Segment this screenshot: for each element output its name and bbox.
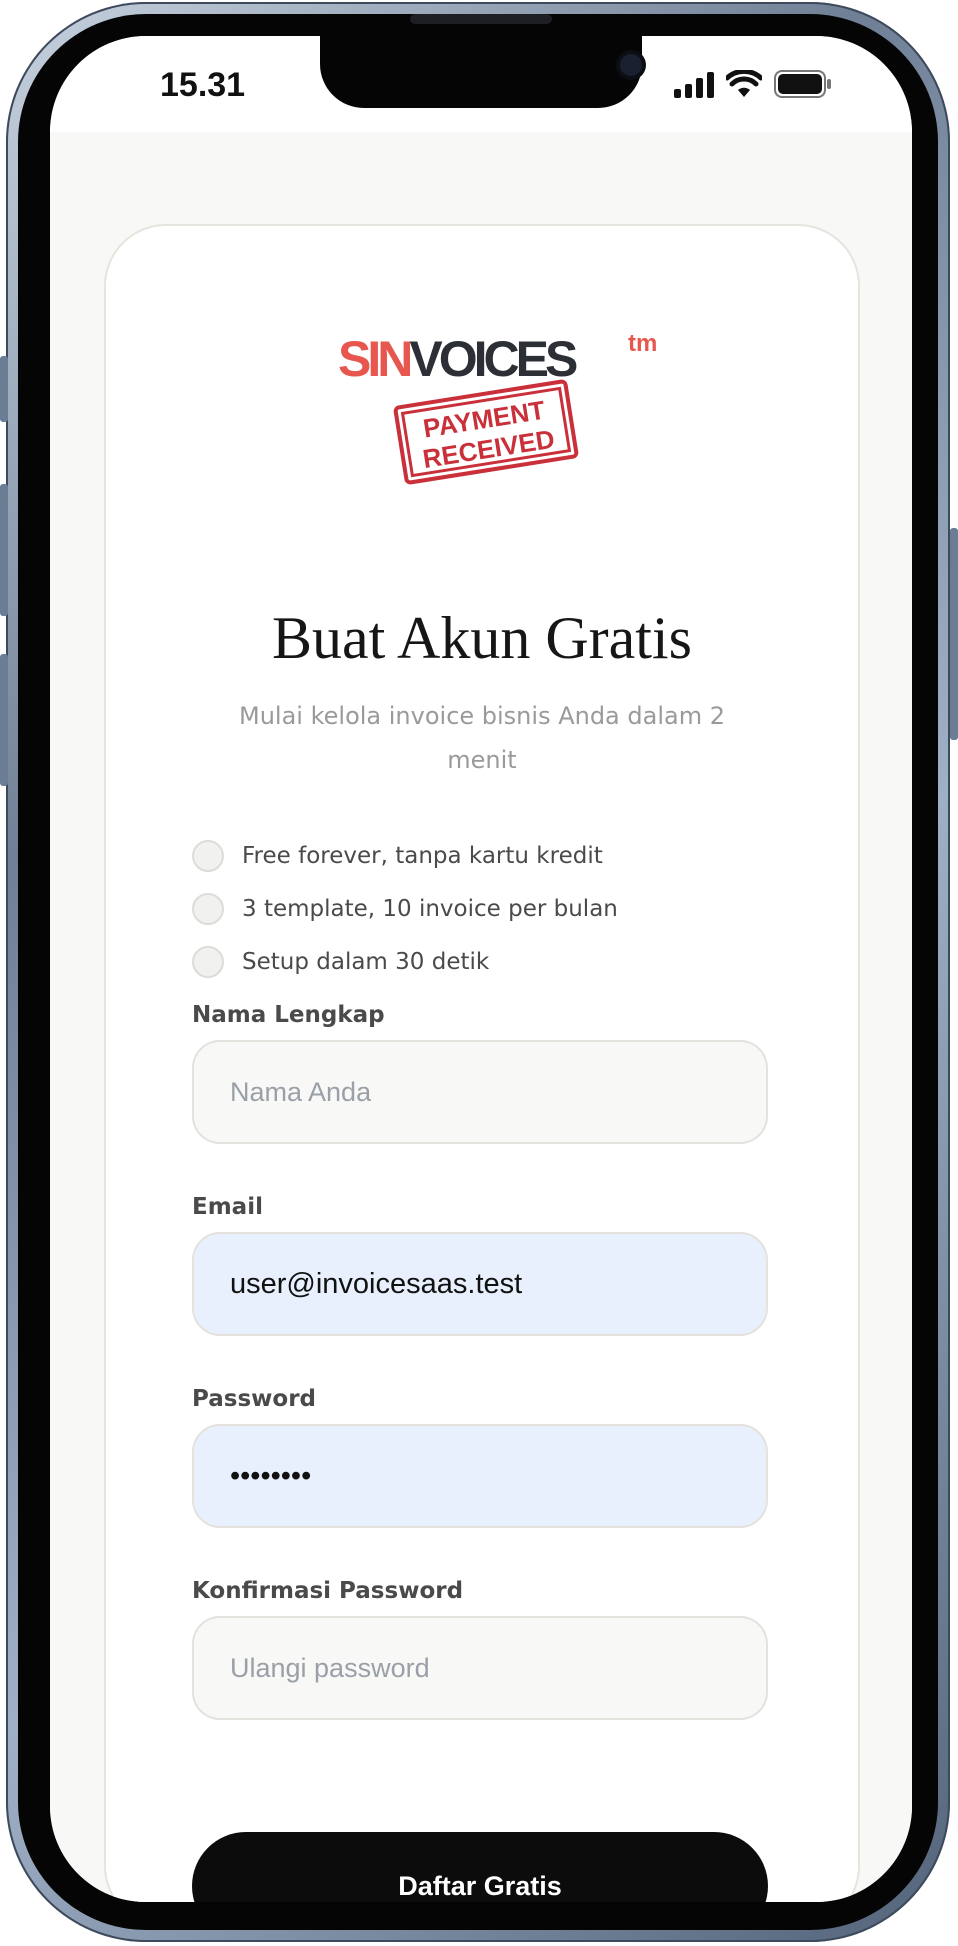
payment-received-stamp: PAYMENT RECEIVED	[392, 378, 580, 486]
password-input[interactable]	[192, 1424, 768, 1528]
check-circle-icon	[192, 893, 224, 925]
status-time: 15.31	[160, 66, 246, 104]
speaker-grille	[410, 14, 552, 24]
check-circle-icon	[192, 840, 224, 872]
feature-item: Setup dalam 30 detik	[192, 944, 618, 980]
volume-down-button	[0, 654, 8, 786]
feature-text: Free forever, tanpa kartu kredit	[242, 843, 603, 869]
feature-text: 3 template, 10 invoice per bulan	[242, 896, 618, 922]
brand-logo: SINVOICES tm PAYMENT RECEIVED	[338, 330, 658, 494]
confirm-password-label: Konfirmasi Password	[192, 1578, 464, 1604]
battery-icon	[774, 70, 832, 98]
wifi-icon	[726, 70, 762, 98]
page-title: Buat Akun Gratis	[272, 605, 692, 671]
power-button	[950, 528, 958, 740]
confirm-password-input[interactable]	[192, 1616, 768, 1720]
feature-text: Setup dalam 30 detik	[242, 949, 490, 975]
status-bar: 15.31	[50, 36, 912, 132]
silent-switch	[0, 356, 8, 422]
signup-card: SINVOICES tm PAYMENT RECEIVED Buat Akun …	[104, 224, 860, 1902]
page-content: SINVOICES tm PAYMENT RECEIVED Buat Akun …	[50, 132, 912, 1902]
phone-screen: 15.31 SINVOICES tm PAYMENT RECEIVED Buat…	[50, 36, 912, 1902]
logo-wordmark: SINVOICES	[338, 331, 578, 387]
signup-submit-button[interactable]: Daftar Gratis	[192, 1832, 768, 1902]
email-input[interactable]	[192, 1232, 768, 1336]
feature-list: Free forever, tanpa kartu kredit 3 templ…	[192, 838, 618, 997]
page-subtitle: Mulai kelola invoice bisnis Anda dalam 2…	[239, 702, 725, 774]
signal-icon	[674, 72, 714, 98]
logo-trademark: tm	[628, 330, 658, 357]
feature-item: 3 template, 10 invoice per bulan	[192, 891, 618, 927]
status-icons	[674, 70, 832, 98]
camera-icon	[620, 54, 642, 76]
dynamic-island	[320, 36, 642, 108]
check-circle-icon	[192, 946, 224, 978]
name-input[interactable]	[192, 1040, 768, 1144]
name-label: Nama Lengkap	[192, 1002, 385, 1028]
feature-item: Free forever, tanpa kartu kredit	[192, 838, 618, 874]
password-label: Password	[192, 1386, 316, 1412]
volume-up-button	[0, 484, 8, 616]
email-label: Email	[192, 1194, 263, 1220]
